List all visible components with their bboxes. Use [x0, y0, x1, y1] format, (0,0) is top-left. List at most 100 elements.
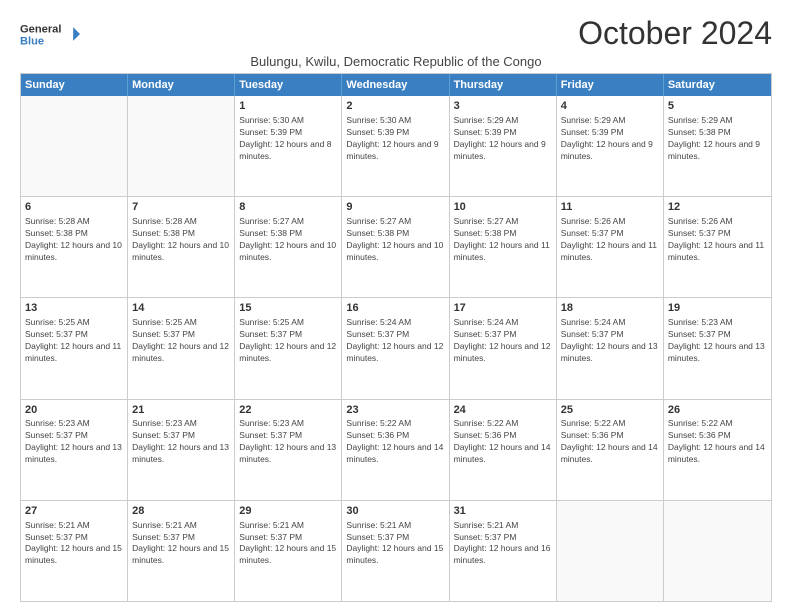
- calendar-week-3: 13Sunrise: 5:25 AM Sunset: 5:37 PM Dayli…: [21, 298, 771, 399]
- day-number: 15: [239, 301, 337, 316]
- day-number: 28: [132, 504, 230, 519]
- day-info: Sunrise: 5:28 AM Sunset: 5:38 PM Dayligh…: [25, 216, 123, 264]
- day-header-tuesday: Tuesday: [235, 74, 342, 96]
- day-number: 20: [25, 403, 123, 418]
- svg-text:Blue: Blue: [20, 35, 44, 47]
- logo: General Blue: [20, 16, 80, 52]
- day-cell-17: 17Sunrise: 5:24 AM Sunset: 5:37 PM Dayli…: [450, 298, 557, 398]
- day-number: 7: [132, 200, 230, 215]
- calendar: SundayMondayTuesdayWednesdayThursdayFrid…: [20, 73, 772, 602]
- day-cell-5: 5Sunrise: 5:29 AM Sunset: 5:38 PM Daylig…: [664, 96, 771, 196]
- day-cell-12: 12Sunrise: 5:26 AM Sunset: 5:37 PM Dayli…: [664, 197, 771, 297]
- day-cell-4: 4Sunrise: 5:29 AM Sunset: 5:39 PM Daylig…: [557, 96, 664, 196]
- day-info: Sunrise: 5:23 AM Sunset: 5:37 PM Dayligh…: [132, 418, 230, 466]
- day-info: Sunrise: 5:22 AM Sunset: 5:36 PM Dayligh…: [346, 418, 444, 466]
- day-info: Sunrise: 5:23 AM Sunset: 5:37 PM Dayligh…: [239, 418, 337, 466]
- day-number: 14: [132, 301, 230, 316]
- day-cell-22: 22Sunrise: 5:23 AM Sunset: 5:37 PM Dayli…: [235, 400, 342, 500]
- day-cell-8: 8Sunrise: 5:27 AM Sunset: 5:38 PM Daylig…: [235, 197, 342, 297]
- day-number: 4: [561, 99, 659, 114]
- day-number: 24: [454, 403, 552, 418]
- day-info: Sunrise: 5:24 AM Sunset: 5:37 PM Dayligh…: [346, 317, 444, 365]
- calendar-week-5: 27Sunrise: 5:21 AM Sunset: 5:37 PM Dayli…: [21, 501, 771, 601]
- day-info: Sunrise: 5:21 AM Sunset: 5:37 PM Dayligh…: [25, 520, 123, 568]
- day-header-sunday: Sunday: [21, 74, 128, 96]
- day-header-wednesday: Wednesday: [342, 74, 449, 96]
- day-number: 31: [454, 504, 552, 519]
- day-number: 29: [239, 504, 337, 519]
- empty-cell: [664, 501, 771, 601]
- day-cell-28: 28Sunrise: 5:21 AM Sunset: 5:37 PM Dayli…: [128, 501, 235, 601]
- day-cell-13: 13Sunrise: 5:25 AM Sunset: 5:37 PM Dayli…: [21, 298, 128, 398]
- day-cell-23: 23Sunrise: 5:22 AM Sunset: 5:36 PM Dayli…: [342, 400, 449, 500]
- day-number: 22: [239, 403, 337, 418]
- month-title: October 2024: [578, 16, 772, 51]
- day-info: Sunrise: 5:26 AM Sunset: 5:37 PM Dayligh…: [561, 216, 659, 264]
- day-cell-29: 29Sunrise: 5:21 AM Sunset: 5:37 PM Dayli…: [235, 501, 342, 601]
- day-cell-15: 15Sunrise: 5:25 AM Sunset: 5:37 PM Dayli…: [235, 298, 342, 398]
- day-header-thursday: Thursday: [450, 74, 557, 96]
- day-number: 17: [454, 301, 552, 316]
- day-info: Sunrise: 5:27 AM Sunset: 5:38 PM Dayligh…: [454, 216, 552, 264]
- day-info: Sunrise: 5:21 AM Sunset: 5:37 PM Dayligh…: [239, 520, 337, 568]
- day-info: Sunrise: 5:23 AM Sunset: 5:37 PM Dayligh…: [668, 317, 767, 365]
- day-number: 10: [454, 200, 552, 215]
- day-header-monday: Monday: [128, 74, 235, 96]
- day-cell-7: 7Sunrise: 5:28 AM Sunset: 5:38 PM Daylig…: [128, 197, 235, 297]
- empty-cell: [557, 501, 664, 601]
- day-cell-25: 25Sunrise: 5:22 AM Sunset: 5:36 PM Dayli…: [557, 400, 664, 500]
- day-cell-1: 1Sunrise: 5:30 AM Sunset: 5:39 PM Daylig…: [235, 96, 342, 196]
- day-cell-18: 18Sunrise: 5:24 AM Sunset: 5:37 PM Dayli…: [557, 298, 664, 398]
- day-cell-14: 14Sunrise: 5:25 AM Sunset: 5:37 PM Dayli…: [128, 298, 235, 398]
- day-info: Sunrise: 5:21 AM Sunset: 5:37 PM Dayligh…: [454, 520, 552, 568]
- day-number: 19: [668, 301, 767, 316]
- day-info: Sunrise: 5:28 AM Sunset: 5:38 PM Dayligh…: [132, 216, 230, 264]
- day-info: Sunrise: 5:27 AM Sunset: 5:38 PM Dayligh…: [239, 216, 337, 264]
- calendar-week-1: 1Sunrise: 5:30 AM Sunset: 5:39 PM Daylig…: [21, 96, 771, 197]
- empty-cell: [128, 96, 235, 196]
- day-cell-16: 16Sunrise: 5:24 AM Sunset: 5:37 PM Dayli…: [342, 298, 449, 398]
- day-info: Sunrise: 5:25 AM Sunset: 5:37 PM Dayligh…: [25, 317, 123, 365]
- day-cell-27: 27Sunrise: 5:21 AM Sunset: 5:37 PM Dayli…: [21, 501, 128, 601]
- day-info: Sunrise: 5:21 AM Sunset: 5:37 PM Dayligh…: [132, 520, 230, 568]
- day-cell-3: 3Sunrise: 5:29 AM Sunset: 5:39 PM Daylig…: [450, 96, 557, 196]
- day-cell-11: 11Sunrise: 5:26 AM Sunset: 5:37 PM Dayli…: [557, 197, 664, 297]
- day-number: 5: [668, 99, 767, 114]
- day-number: 27: [25, 504, 123, 519]
- calendar-week-2: 6Sunrise: 5:28 AM Sunset: 5:38 PM Daylig…: [21, 197, 771, 298]
- calendar-week-4: 20Sunrise: 5:23 AM Sunset: 5:37 PM Dayli…: [21, 400, 771, 501]
- day-cell-30: 30Sunrise: 5:21 AM Sunset: 5:37 PM Dayli…: [342, 501, 449, 601]
- day-number: 26: [668, 403, 767, 418]
- day-info: Sunrise: 5:25 AM Sunset: 5:37 PM Dayligh…: [239, 317, 337, 365]
- day-info: Sunrise: 5:23 AM Sunset: 5:37 PM Dayligh…: [25, 418, 123, 466]
- day-number: 6: [25, 200, 123, 215]
- day-cell-10: 10Sunrise: 5:27 AM Sunset: 5:38 PM Dayli…: [450, 197, 557, 297]
- day-cell-21: 21Sunrise: 5:23 AM Sunset: 5:37 PM Dayli…: [128, 400, 235, 500]
- day-cell-24: 24Sunrise: 5:22 AM Sunset: 5:36 PM Dayli…: [450, 400, 557, 500]
- day-number: 2: [346, 99, 444, 114]
- day-cell-26: 26Sunrise: 5:22 AM Sunset: 5:36 PM Dayli…: [664, 400, 771, 500]
- day-number: 18: [561, 301, 659, 316]
- day-cell-9: 9Sunrise: 5:27 AM Sunset: 5:38 PM Daylig…: [342, 197, 449, 297]
- day-info: Sunrise: 5:22 AM Sunset: 5:36 PM Dayligh…: [454, 418, 552, 466]
- day-info: Sunrise: 5:30 AM Sunset: 5:39 PM Dayligh…: [346, 115, 444, 163]
- day-number: 21: [132, 403, 230, 418]
- location-title: Bulungu, Kwilu, Democratic Republic of t…: [20, 54, 772, 69]
- day-info: Sunrise: 5:24 AM Sunset: 5:37 PM Dayligh…: [561, 317, 659, 365]
- day-info: Sunrise: 5:26 AM Sunset: 5:37 PM Dayligh…: [668, 216, 767, 264]
- day-cell-2: 2Sunrise: 5:30 AM Sunset: 5:39 PM Daylig…: [342, 96, 449, 196]
- day-cell-19: 19Sunrise: 5:23 AM Sunset: 5:37 PM Dayli…: [664, 298, 771, 398]
- day-info: Sunrise: 5:22 AM Sunset: 5:36 PM Dayligh…: [668, 418, 767, 466]
- day-info: Sunrise: 5:27 AM Sunset: 5:38 PM Dayligh…: [346, 216, 444, 264]
- day-number: 25: [561, 403, 659, 418]
- day-number: 16: [346, 301, 444, 316]
- empty-cell: [21, 96, 128, 196]
- day-cell-20: 20Sunrise: 5:23 AM Sunset: 5:37 PM Dayli…: [21, 400, 128, 500]
- day-number: 30: [346, 504, 444, 519]
- day-cell-31: 31Sunrise: 5:21 AM Sunset: 5:37 PM Dayli…: [450, 501, 557, 601]
- day-info: Sunrise: 5:29 AM Sunset: 5:38 PM Dayligh…: [668, 115, 767, 163]
- day-header-saturday: Saturday: [664, 74, 771, 96]
- day-info: Sunrise: 5:30 AM Sunset: 5:39 PM Dayligh…: [239, 115, 337, 163]
- day-number: 1: [239, 99, 337, 114]
- day-header-friday: Friday: [557, 74, 664, 96]
